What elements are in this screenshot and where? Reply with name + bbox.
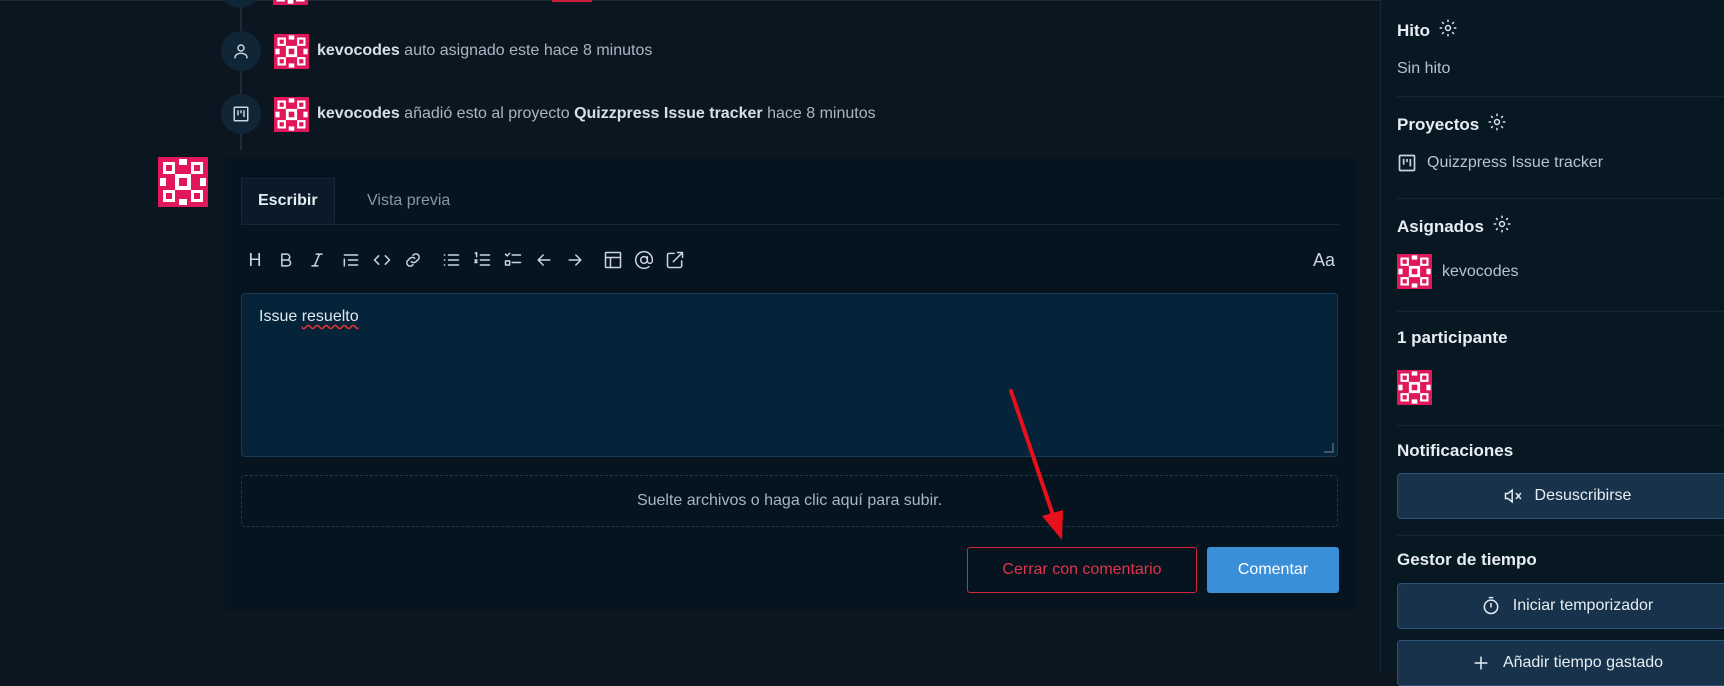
link-button[interactable]: [399, 246, 427, 274]
divider: [1397, 96, 1724, 97]
participants-title: 1 participante: [1397, 328, 1508, 347]
comment-button[interactable]: Comentar: [1207, 547, 1339, 593]
divider: [1397, 198, 1724, 199]
unordered-list-icon: [443, 254, 460, 266]
milestone-section: Hito: [1397, 18, 1724, 43]
code-button[interactable]: [368, 246, 396, 274]
project-board-icon: [221, 94, 261, 134]
timeline-badge-partial: [221, 0, 259, 8]
divider: [1397, 311, 1724, 312]
assignee-name: kevocodes: [1442, 262, 1519, 280]
table-icon: [604, 251, 622, 269]
milestone-title: Hito: [1397, 20, 1431, 40]
avatar[interactable]: [274, 96, 309, 132]
assignees-title: Asignados: [1397, 216, 1484, 236]
comment-author-avatar[interactable]: [158, 157, 208, 207]
italic-button[interactable]: [303, 246, 331, 274]
gear-icon[interactable]: [1487, 112, 1507, 137]
tab-preview[interactable]: Vista previa: [351, 178, 466, 224]
arrow-right-icon: [568, 254, 582, 266]
unsubscribe-button[interactable]: Desuscribirse: [1397, 473, 1724, 519]
avatar[interactable]: [1397, 370, 1432, 405]
timeline-user[interactable]: kevocodes: [317, 105, 400, 122]
timeline-time: hace 8 minutos: [767, 105, 876, 122]
gear-icon[interactable]: [1438, 18, 1458, 43]
time-tracker-section: Gestor de tiempo: [1397, 550, 1724, 570]
comment-editor: Escribir Vista previa H Aa Issue resuelt…: [225, 158, 1355, 610]
cross-reference-icon: [666, 251, 684, 269]
timeline-user[interactable]: kevocodes: [317, 42, 400, 59]
label-partial: [552, 0, 592, 2]
gear-icon[interactable]: [1492, 214, 1512, 239]
start-timer-label: Iniciar temporizador: [1512, 597, 1654, 614]
timeline-event-project: kevocodes añadió esto al proyecto Quizzp…: [221, 94, 876, 134]
participants-section: 1 participante: [1397, 328, 1724, 348]
avatar[interactable]: [274, 33, 309, 69]
project-name: Quizzpress Issue tracker: [1427, 154, 1604, 171]
projects-title: Proyectos: [1397, 114, 1480, 134]
editor-tabs: Escribir Vista previa: [241, 178, 1339, 225]
font-size-toggle[interactable]: Aa: [1313, 246, 1335, 274]
divider: [1397, 425, 1724, 426]
table-button[interactable]: [599, 246, 627, 274]
notifications-title: Notificaciones: [1397, 441, 1514, 460]
comment-textarea[interactable]: Issue resuelto: [241, 293, 1338, 457]
mute-icon: [1504, 488, 1521, 504]
ordered-list-icon: [474, 251, 491, 266]
projects-section: Proyectos: [1397, 112, 1724, 137]
close-with-comment-button[interactable]: Cerrar con comentario: [967, 547, 1197, 593]
redo-button[interactable]: [561, 246, 589, 274]
divider: [1397, 535, 1724, 536]
task-list-button[interactable]: [499, 246, 527, 274]
misspelled-word: resuelto: [301, 308, 359, 325]
ordered-list-button[interactable]: [468, 246, 496, 274]
tab-write[interactable]: Escribir: [241, 178, 335, 224]
mention-button[interactable]: [630, 246, 658, 274]
bold-button[interactable]: [272, 246, 300, 274]
link-icon: [406, 253, 420, 267]
quote-button[interactable]: [337, 246, 365, 274]
arrow-left-icon: [537, 254, 551, 266]
person-icon: [221, 31, 261, 71]
assignee-item[interactable]: kevocodes: [1397, 254, 1724, 289]
project-item[interactable]: Quizzpress Issue tracker: [1397, 153, 1724, 173]
issue-sidebar: Hito Sin hito Proyectos Quizzpress Issue…: [1380, 0, 1724, 686]
comment-text: Issue: [259, 308, 302, 325]
avatar[interactable]: [273, 0, 308, 5]
assignees-section: Asignados: [1397, 214, 1724, 239]
timeline-action: añadió esto al proyecto: [404, 105, 570, 122]
avatar: [1397, 254, 1432, 289]
reference-button[interactable]: [661, 246, 689, 274]
timeline-event-assigned: kevocodes auto asignado este hace 8 minu…: [221, 31, 652, 71]
task-list-icon: [504, 252, 522, 266]
time-tracker-title: Gestor de tiempo: [1397, 550, 1537, 569]
code-icon: [373, 255, 391, 265]
unordered-list-button[interactable]: [437, 246, 465, 274]
project-board-icon: [1398, 154, 1416, 172]
file-dropzone[interactable]: Suelte archivos o haga clic aquí para su…: [241, 475, 1338, 527]
participant-list: [1397, 370, 1724, 410]
add-time-label: Añadir tiempo gastado: [1502, 654, 1664, 671]
unsubscribe-label: Desuscribirse: [1534, 487, 1632, 504]
at-sign-icon: [634, 250, 654, 270]
quote-icon: [343, 254, 359, 267]
plus-icon: [1474, 656, 1488, 670]
bold-icon: [281, 253, 292, 267]
start-timer-button[interactable]: Iniciar temporizador: [1397, 583, 1724, 629]
heading-button[interactable]: H: [241, 246, 269, 274]
add-time-button[interactable]: Añadir tiempo gastado: [1397, 640, 1724, 686]
heading-icon: H: [248, 249, 262, 270]
notifications-section: Notificaciones: [1397, 441, 1724, 461]
markdown-toolbar: H Aa: [241, 246, 1339, 276]
stopwatch-icon: [1483, 596, 1499, 615]
timeline-action: auto asignado este hace 8 minutos: [404, 42, 653, 59]
undo-button[interactable]: [530, 246, 558, 274]
milestone-value: Sin hito: [1397, 60, 1451, 77]
resize-handle[interactable]: [1324, 443, 1334, 453]
timeline-project-link[interactable]: Quizzpress Issue tracker: [574, 105, 763, 122]
italic-icon: [311, 253, 323, 267]
